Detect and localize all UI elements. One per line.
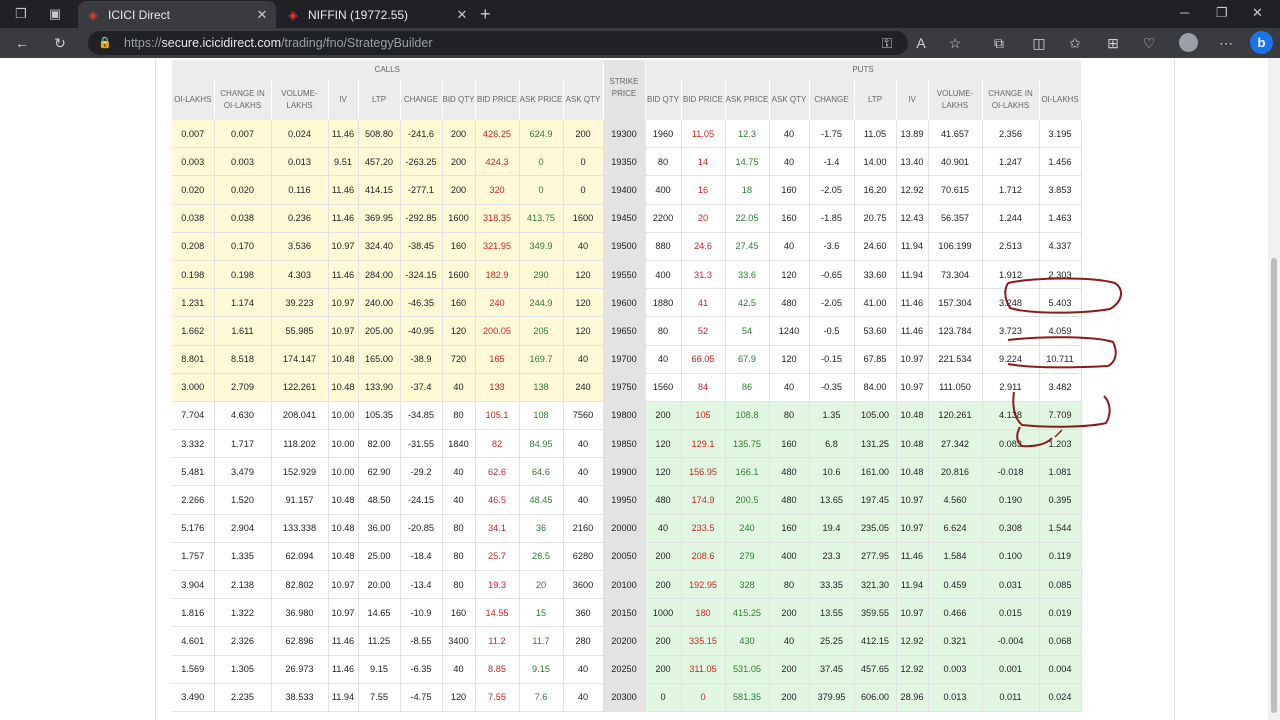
hand-annotations bbox=[1004, 277, 1122, 448]
